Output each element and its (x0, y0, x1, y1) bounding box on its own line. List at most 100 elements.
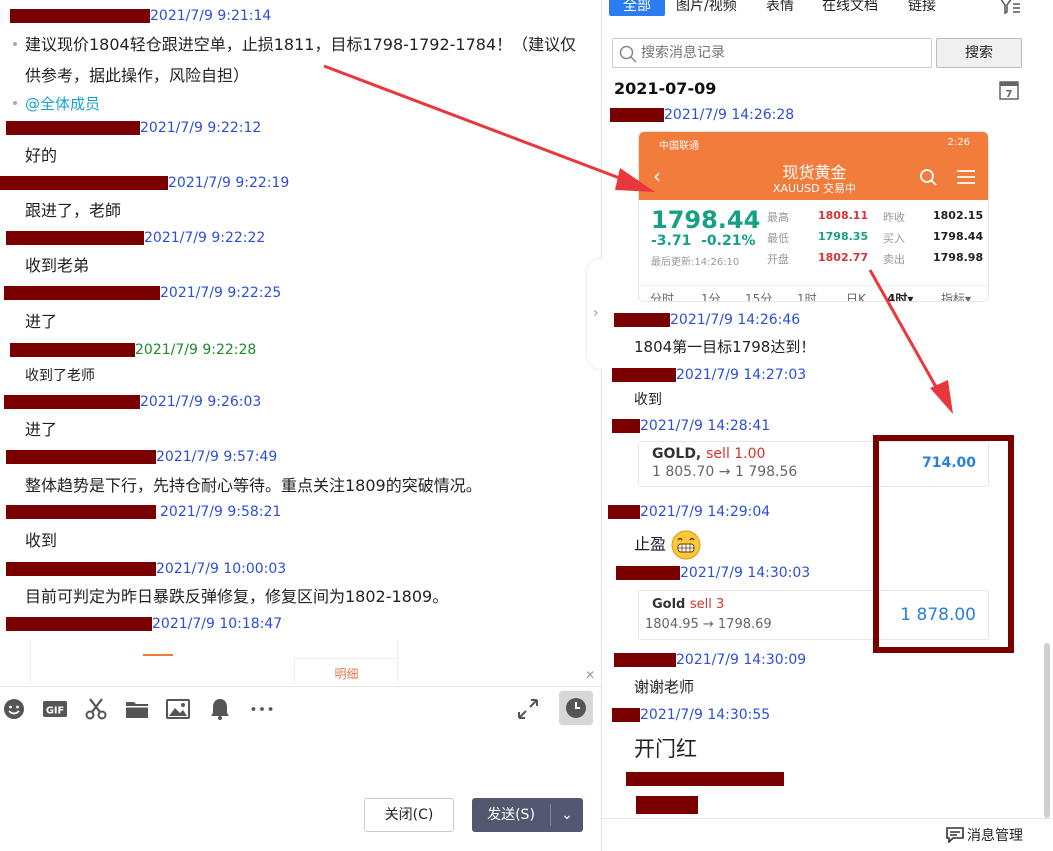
quote-label: 最高 (767, 211, 789, 224)
expand-icon[interactable] (516, 697, 540, 721)
status-bar-time: 2:26 (947, 137, 970, 148)
highlight-box (873, 435, 1014, 653)
message-time: 2021/7/9 14:30:55 (640, 707, 771, 723)
message-text: 整体趋势是下行，先持仓耐心等待。重点关注1809的突破情况。 (25, 476, 482, 495)
scrollbar[interactable] (1044, 643, 1050, 818)
gold-change: -3.71 -0.21% (651, 233, 756, 249)
search-icon (619, 45, 637, 63)
gold-quote-screenshot[interactable]: 中国联通 2:26 ‹ 现货黄金 XAUUSD 交易中 1798.44 -3.7… (638, 131, 989, 302)
message-text: 进了 (25, 420, 58, 439)
history-tabs: 全部 图片/视频 表情 在线文档 链接 (602, 0, 1053, 16)
message-time: 2021/7/9 9:22:22 (144, 230, 266, 246)
trade-side: sell 3 (689, 597, 725, 612)
search-box[interactable] (612, 38, 932, 68)
send-label: 发送(S) (487, 807, 535, 823)
tab-all[interactable]: 全部 (609, 0, 665, 16)
date-header: 2021-07-09 (614, 79, 717, 98)
mention-all[interactable]: @全体成员 (25, 89, 100, 119)
message-management-label: 消息管理 (967, 828, 1023, 844)
change-percent: -0.21% (701, 233, 756, 249)
message-time: 2021/7/9 9:57:49 (156, 449, 278, 465)
message-time: 2021/7/9 9:22:12 (140, 120, 262, 136)
message-header: 2021/7/9 9:57:49 (6, 447, 277, 467)
history-icon[interactable] (559, 691, 593, 725)
message-header: 2021/7/9 9:22:28 (10, 340, 256, 360)
search-button[interactable]: 搜索 (936, 38, 1022, 68)
message-header: 2021/7/9 14:26:46 (614, 310, 800, 330)
message-time: 2021/7/9 14:28:41 (640, 418, 771, 434)
tab-media[interactable]: 图片/视频 (676, 0, 737, 16)
message-management-button[interactable]: 消息管理 (946, 825, 1023, 845)
message-time: 2021/7/9 9:22:25 (160, 285, 282, 301)
period-tab: 1分 (701, 292, 721, 302)
message-text: 止盈 (634, 530, 701, 560)
image-icon[interactable] (166, 697, 190, 721)
tab-stickers[interactable]: 表情 (766, 0, 794, 16)
menu-icon (957, 170, 975, 184)
chevron-down-icon[interactable]: ⌄ (556, 798, 578, 832)
trade-prices: 1 805.70 → 1 798.56 (652, 464, 798, 480)
period-tab: 15分 (745, 292, 773, 302)
message-time: 2021/7/9 9:58:21 (160, 504, 282, 520)
message-header: 2021/7/9 14:30:09 (614, 650, 806, 670)
message-text: 1804第一目标1798达到！ (634, 338, 816, 356)
trade-side: sell 1.00 (706, 446, 766, 462)
redacted-sender (626, 772, 784, 786)
redacted-sender (10, 9, 150, 23)
quote-value: 1802.15 (933, 209, 984, 222)
message-header: 2021/7/9 9:58:21 (6, 502, 281, 522)
message-time: 2021/7/9 10:00:03 (156, 561, 287, 577)
gif-label: GIF (45, 705, 63, 716)
period-tab: 1时 (797, 292, 817, 302)
message-text: 收到了老师 (25, 368, 95, 384)
message-text: 建议现价1804轻仓跟进空单，止损1811，目标1798-1792-1784！（… (25, 35, 577, 85)
message-text: 目前可判定为昨日暴跌反弹修复，修复区间为1802-1809。 (25, 587, 449, 606)
trade-prices: 1804.95 → 1798.69 (645, 617, 772, 632)
quote-label: 买入 (883, 232, 905, 245)
message-time: 2021/7/9 10:18:47 (152, 616, 283, 632)
message-text: 开门红 (634, 737, 697, 761)
message-text: 跟进了，老師 (25, 201, 122, 220)
tab-details[interactable]: 明细 (294, 658, 398, 684)
message-time: 2021/7/9 14:26:28 (664, 107, 795, 123)
message-time: 2021/7/9 9:26:03 (140, 394, 262, 410)
quote-label: 卖出 (883, 253, 905, 266)
message-header: 2021/7/9 14:29:04 (608, 502, 770, 522)
message-header: 2021/7/9 9:22:19 (0, 173, 289, 193)
gold-header: 中国联通 2:26 ‹ 现货黄金 XAUUSD 交易中 (639, 132, 988, 200)
message-header: 2021/7/9 14:27:03 (612, 365, 806, 385)
message-time: 2021/7/9 14:30:09 (676, 652, 807, 668)
bullet-dot (13, 42, 17, 46)
calendar-day: 7 (1006, 89, 1013, 100)
message-input[interactable] (0, 730, 601, 800)
tab-links[interactable]: 链接 (908, 0, 936, 16)
change-value: -3.71 (651, 233, 692, 249)
more-icon[interactable] (248, 697, 276, 721)
message-time: 2021/7/9 14:27:03 (676, 367, 807, 383)
footer-divider (602, 818, 1053, 819)
tab-online-docs[interactable]: 在线文档 (822, 0, 878, 16)
chat-messages[interactable]: 2021/7/9 9:21:14 建议现价1804轻仓跟进空单，止损1811，目… (0, 0, 601, 640)
scissors-icon[interactable] (84, 697, 108, 721)
close-icon[interactable]: ✕ (585, 668, 595, 682)
trade-symbol: Gold sell 3 (652, 597, 724, 612)
bell-icon[interactable] (208, 697, 232, 721)
gold-price: 1798.44 (651, 206, 761, 234)
quote-label: 最低 (767, 232, 789, 245)
message-header: 2021/7/9 9:26:03 (4, 392, 261, 412)
message-header: 2021/7/9 10:00:03 (6, 559, 286, 579)
send-button[interactable]: 发送(S) ⌄ (472, 798, 583, 832)
close-button[interactable]: 关闭(C) (364, 798, 454, 832)
quote-value: 1798.35 (818, 230, 869, 243)
filter-icon[interactable] (998, 0, 1022, 16)
gif-icon[interactable]: GIF (41, 697, 68, 721)
calendar-icon[interactable]: 7 (998, 79, 1020, 101)
message-text: 收到 (25, 531, 58, 550)
message-header: 2021/7/9 14:30:03 (616, 563, 810, 583)
message-header: 2021/7/9 10:18:47 (6, 614, 282, 634)
grin-emoji-icon (671, 530, 701, 560)
folder-icon[interactable] (125, 697, 149, 721)
emoji-icon[interactable] (2, 697, 26, 721)
message-text: 收到 (634, 392, 662, 408)
search-input[interactable] (641, 43, 921, 63)
